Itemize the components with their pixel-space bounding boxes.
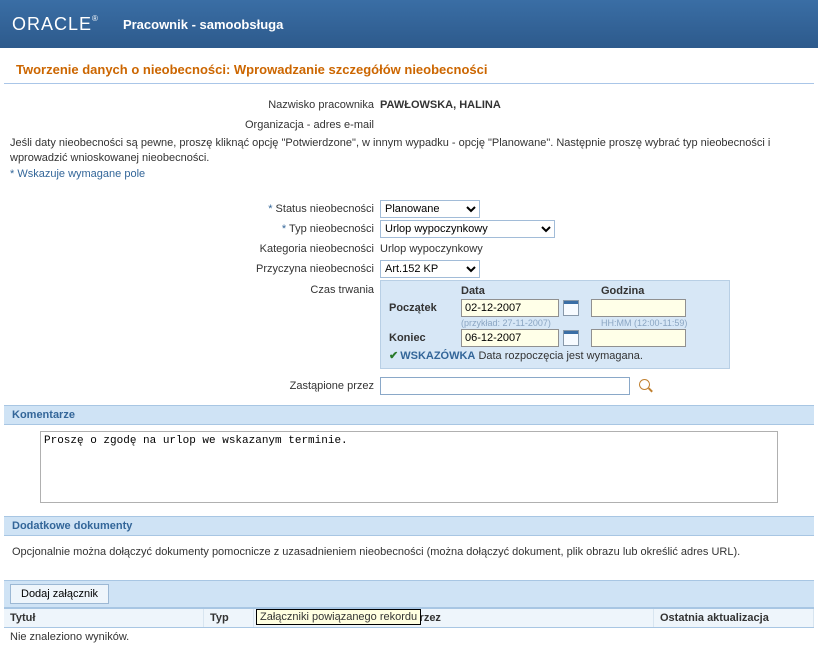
app-header: ORACLE® Pracownik - samoobsługa — [0, 0, 818, 48]
time-example-hint: HH:MM (12:00-11:59) — [601, 318, 687, 328]
date-column-header: Data — [461, 285, 601, 297]
employee-name-value: PAWŁOWSKA, HALINA — [380, 99, 818, 111]
header-subtitle: Pracownik - samoobsługa — [123, 17, 283, 32]
check-icon: ✔ — [389, 350, 398, 362]
comments-textarea[interactable]: Proszę o zgodę na urlop we wskazanym ter… — [40, 431, 778, 503]
attachments-no-results: Nie znaleziono wyników. — [4, 628, 814, 646]
documents-description: Opcjonalnie można dołączyć dokumenty pom… — [0, 542, 818, 580]
calendar-icon[interactable] — [563, 300, 579, 316]
attachment-toolbar: Dodaj załącznik — [4, 580, 814, 608]
instructions-text: Jeśli daty nieobecności są pewne, proszę… — [0, 136, 818, 168]
documents-section-header: Dodatkowe dokumenty — [4, 516, 814, 536]
category-value: Urlop wypoczynkowy — [380, 243, 818, 255]
end-time-input[interactable] — [591, 329, 686, 347]
th-updated-at: Ostatnia aktualizacja — [654, 609, 814, 627]
replaced-by-label: Zastąpione przez — [0, 380, 380, 392]
reason-select[interactable]: Art.152 KP — [380, 260, 480, 278]
tip-line: ✔WSKAZÓWKA Data rozpoczęcia jest wymagan… — [389, 349, 721, 362]
attachments-table-header: Tytuł Typ Opis Ostatnio aktualizowane pr… — [4, 608, 814, 628]
employee-name-label: Nazwisko pracownika — [0, 99, 380, 111]
start-time-input[interactable] — [591, 299, 686, 317]
type-select[interactable]: Urlop wypoczynkowy — [380, 220, 555, 238]
th-title: Tytuł — [4, 609, 204, 627]
calendar-icon[interactable] — [563, 330, 579, 346]
th-type: Typ — [204, 609, 254, 627]
employee-email-label: Organizacja - adres e-mail — [0, 119, 380, 131]
start-date-input[interactable] — [461, 299, 559, 317]
required-field-note: * Wskazuje wymagane pole — [0, 168, 818, 198]
end-label: Koniec — [389, 332, 461, 344]
status-select[interactable]: Planowane — [380, 200, 480, 218]
time-column-header: Godzina — [601, 285, 711, 297]
tooltip: Załączniki powiązanego rekordu — [256, 609, 421, 625]
status-label: * Status nieobecności — [0, 203, 380, 215]
type-label: * Typ nieobecności — [0, 223, 380, 235]
oracle-logo: ORACLE® — [12, 14, 99, 35]
reason-label: Przyczyna nieobecności — [0, 263, 380, 275]
date-example-hint: (przykład: 27-11-2007) — [461, 318, 601, 328]
end-date-input[interactable] — [461, 329, 559, 347]
add-attachment-button[interactable]: Dodaj załącznik — [10, 584, 109, 604]
duration-label: Czas trwania — [0, 280, 380, 296]
page-title: Tworzenie danych o nieobecności: Wprowad… — [4, 48, 814, 84]
search-icon[interactable] — [639, 379, 653, 393]
replaced-by-input[interactable] — [380, 377, 630, 395]
start-label: Początek — [389, 302, 461, 314]
comments-section-header: Komentarze — [4, 405, 814, 425]
duration-panel: Data Godzina Początek (przykład: 27-11-2… — [380, 280, 730, 369]
category-label: Kategoria nieobecności — [0, 243, 380, 255]
